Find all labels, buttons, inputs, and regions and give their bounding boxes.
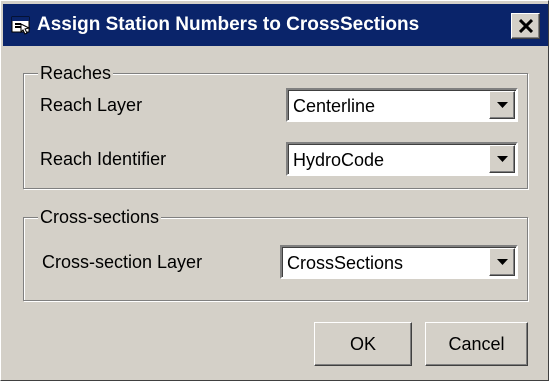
reaches-group-legend: Reaches bbox=[38, 63, 114, 83]
reach-layer-value: Centerline bbox=[293, 96, 376, 116]
cross-section-layer-dropdown-button[interactable] bbox=[489, 248, 515, 276]
title-bar[interactable]: Assign Station Numbers to CrossSections bbox=[3, 4, 548, 46]
window-app-icon bbox=[11, 15, 31, 35]
reach-layer-label: Reach Layer bbox=[40, 95, 143, 115]
chevron-down-icon bbox=[497, 259, 508, 265]
cross-section-layer-label: Cross-section Layer bbox=[42, 252, 203, 272]
cross-sections-group: Cross-sections Cross-section Layer Cross… bbox=[23, 207, 528, 301]
reach-identifier-value: HydroCode bbox=[293, 150, 385, 170]
chevron-down-icon bbox=[497, 156, 508, 162]
reach-layer-dropdown[interactable]: Centerline bbox=[286, 88, 518, 122]
reach-layer-dropdown-button[interactable] bbox=[489, 91, 515, 119]
reaches-group: Reaches Reach Layer Centerline Reach Ide… bbox=[23, 63, 528, 189]
cancel-button[interactable]: Cancel bbox=[425, 322, 528, 366]
ok-button[interactable]: OK bbox=[314, 322, 412, 366]
reach-identifier-dropdown-button[interactable] bbox=[489, 145, 515, 173]
close-x-icon bbox=[519, 19, 533, 33]
chevron-down-icon bbox=[497, 102, 508, 108]
window-title: Assign Station Numbers to CrossSections bbox=[37, 14, 420, 35]
cross-sections-group-legend: Cross-sections bbox=[38, 207, 162, 227]
dialog-window: Assign Station Numbers to CrossSections … bbox=[0, 0, 549, 381]
cross-section-layer-dropdown[interactable]: CrossSections bbox=[280, 245, 518, 279]
cross-section-layer-value: CrossSections bbox=[287, 253, 404, 273]
reach-identifier-dropdown[interactable]: HydroCode bbox=[286, 142, 518, 176]
reach-identifier-label: Reach Identifier bbox=[40, 149, 167, 169]
close-button[interactable] bbox=[511, 13, 540, 39]
